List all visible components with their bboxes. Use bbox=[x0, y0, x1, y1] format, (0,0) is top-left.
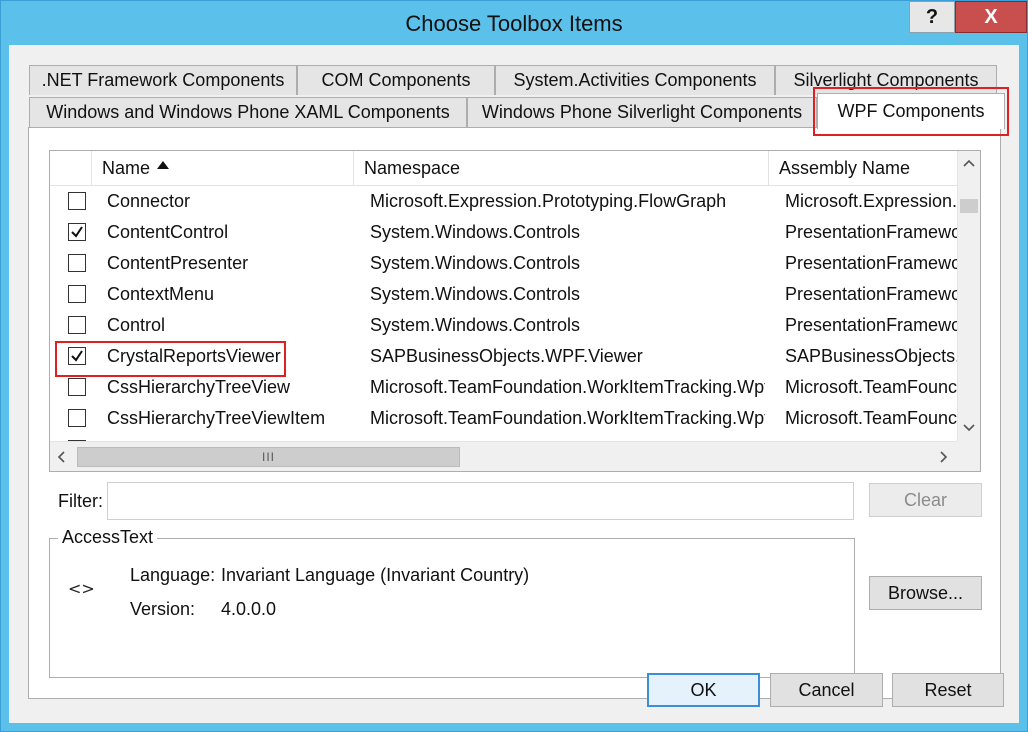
filter-label: Filter: bbox=[58, 491, 103, 511]
filter-input[interactable] bbox=[107, 482, 854, 520]
tab-wpf-components[interactable]: WPF Components bbox=[817, 93, 1005, 129]
column-header-name[interactable]: Name bbox=[92, 151, 354, 185]
dialog-window: Choose Toolbox Items ? X .NET Framework … bbox=[0, 0, 1028, 732]
row-checkbox[interactable] bbox=[68, 223, 86, 241]
help-button[interactable]: ? bbox=[909, 1, 955, 33]
dialog-client-area: .NET Framework Components COM Components… bbox=[9, 45, 1019, 723]
grid-rows: Connector Microsoft.Expression.Prototypin… bbox=[50, 186, 958, 442]
tab-net-framework-components[interactable]: .NET Framework Components bbox=[29, 65, 297, 95]
tab-com-components[interactable]: COM Components bbox=[297, 65, 495, 95]
row-namespace-cell: System.Windows.Controls bbox=[370, 222, 581, 242]
browse-button[interactable]: Browse... bbox=[869, 576, 982, 610]
table-row[interactable]: CrystalReportsViewer SAPBusinessObjects.W… bbox=[50, 341, 958, 372]
column-header-assembly[interactable]: Assembly Name bbox=[769, 151, 958, 185]
row-assembly-cell: Microsoft.TeamFounc bbox=[785, 377, 957, 397]
row-name-cell: Connector bbox=[107, 191, 191, 211]
table-row[interactable]: CssHierarchyTreeView Microsoft.TeamFounda… bbox=[50, 372, 958, 403]
vertical-scrollbar[interactable] bbox=[957, 151, 980, 441]
row-namespace-cell: System.Windows.Controls bbox=[370, 315, 581, 335]
row-checkbox[interactable] bbox=[68, 316, 86, 334]
table-row[interactable]: Control System.Windows.Controls Presentati… bbox=[50, 310, 958, 341]
scroll-down-icon[interactable] bbox=[958, 416, 980, 439]
column-name-label: Name bbox=[102, 157, 151, 178]
row-namespace-cell: Microsoft.TeamFoundation.WorkItemTrackin… bbox=[370, 377, 765, 397]
version-value: 4.0.0.0 bbox=[221, 599, 277, 619]
ok-button[interactable]: OK bbox=[647, 673, 760, 707]
scroll-right-icon[interactable] bbox=[933, 445, 955, 468]
row-name-cell: CssHierarchyTreeViewItem bbox=[107, 408, 326, 428]
row-checkbox[interactable] bbox=[68, 285, 86, 303]
tab-windows-phone-silverlight-components[interactable]: Windows Phone Silverlight Components bbox=[467, 97, 817, 127]
title-bar[interactable]: Choose Toolbox Items ? X bbox=[1, 1, 1027, 45]
component-details-group: AccessText <> Language: Invariant Langua… bbox=[49, 527, 855, 678]
tab-system-activities-components[interactable]: System.Activities Components bbox=[495, 65, 775, 95]
checkmark-icon bbox=[71, 226, 83, 238]
sort-ascending-icon bbox=[157, 161, 170, 169]
row-assembly-cell: PresentationFramewo bbox=[785, 222, 957, 242]
row-assembly-cell: Microsoft.TeamFounc bbox=[785, 408, 957, 428]
table-row[interactable]: ContentControl System.Windows.Controls Pre… bbox=[50, 217, 958, 248]
row-name-cell: CssHierarchyTreeView bbox=[107, 377, 291, 397]
column-header-namespace[interactable]: Namespace bbox=[354, 151, 769, 185]
row-checkbox[interactable] bbox=[68, 378, 86, 396]
header-checkbox-column bbox=[50, 151, 92, 185]
row-name-cell: ContextMenu bbox=[107, 284, 215, 304]
language-value: Invariant Language (Invariant Country) bbox=[221, 565, 530, 585]
row-assembly-cell: PresentationFramewo bbox=[785, 315, 957, 335]
row-name-cell: Control bbox=[107, 315, 166, 335]
row-namespace-cell: System.Windows.Controls bbox=[370, 284, 581, 304]
column-assembly-label: Assembly Name bbox=[779, 157, 911, 178]
version-label: Version: bbox=[130, 599, 196, 619]
reset-button[interactable]: Reset bbox=[892, 673, 1004, 707]
clear-button[interactable]: Clear bbox=[869, 483, 982, 517]
row-checkbox[interactable] bbox=[68, 192, 86, 210]
table-row[interactable]: Connector Microsoft.Expression.Prototypin… bbox=[50, 186, 958, 217]
table-row[interactable]: ContextMenu System.Windows.Controls Presen… bbox=[50, 279, 958, 310]
close-button[interactable]: X bbox=[955, 1, 1027, 33]
scrollbar-corner bbox=[957, 441, 980, 471]
checkmark-icon bbox=[71, 350, 83, 362]
dialog-title: Choose Toolbox Items bbox=[405, 11, 623, 36]
row-namespace-cell: Microsoft.Expression.Prototyping.FlowGra… bbox=[370, 191, 727, 211]
row-name-cell: ContentPresenter bbox=[107, 253, 249, 273]
scroll-grip-icon: III bbox=[261, 450, 275, 464]
row-checkbox[interactable] bbox=[68, 254, 86, 272]
row-name-cell: ContentControl bbox=[107, 222, 229, 242]
table-row[interactable]: ContentPresenter System.Windows.Controls P… bbox=[50, 248, 958, 279]
vertical-scroll-thumb[interactable] bbox=[960, 199, 978, 213]
component-icon: <> bbox=[68, 579, 95, 598]
language-label: Language: bbox=[130, 565, 216, 585]
column-namespace-label: Namespace bbox=[364, 157, 461, 178]
tab-silverlight-components[interactable]: Silverlight Components bbox=[775, 65, 997, 95]
row-assembly-cell: PresentationFramewo bbox=[785, 284, 957, 304]
row-assembly-cell: PresentationFramewo bbox=[785, 253, 957, 273]
horizontal-scroll-thumb[interactable]: III bbox=[77, 447, 460, 467]
row-checkbox[interactable] bbox=[68, 409, 86, 427]
horizontal-scrollbar[interactable]: III bbox=[50, 441, 958, 471]
row-assembly-cell: Microsoft.Expression. bbox=[785, 191, 957, 211]
scroll-left-icon[interactable] bbox=[50, 445, 72, 468]
row-namespace-cell: System.Windows.Controls bbox=[370, 253, 581, 273]
components-grid: Name Namespace Assembly Name Connector Mi… bbox=[49, 150, 981, 472]
row-name-cell: CrystalReportsViewer bbox=[107, 346, 281, 366]
row-assembly-cell: SAPBusinessObjects.V bbox=[785, 346, 957, 366]
row-namespace-cell: Microsoft.TeamFoundation.WorkItemTrackin… bbox=[370, 408, 765, 428]
row-namespace-cell: SAPBusinessObjects.WPF.Viewer bbox=[370, 346, 643, 366]
grid-header: Name Namespace Assembly Name bbox=[50, 151, 958, 186]
table-row[interactable]: CssHierarchyTreeViewItem Microsoft.TeamFo… bbox=[50, 403, 958, 434]
tab-windows-phone-xaml-components[interactable]: Windows and Windows Phone XAML Component… bbox=[29, 97, 467, 127]
cancel-button[interactable]: Cancel bbox=[770, 673, 883, 707]
details-title: AccessText bbox=[58, 527, 158, 548]
tab-panel: Name Namespace Assembly Name Connector Mi… bbox=[28, 127, 1001, 699]
row-checkbox[interactable] bbox=[68, 347, 86, 365]
scroll-up-icon[interactable] bbox=[958, 151, 980, 174]
